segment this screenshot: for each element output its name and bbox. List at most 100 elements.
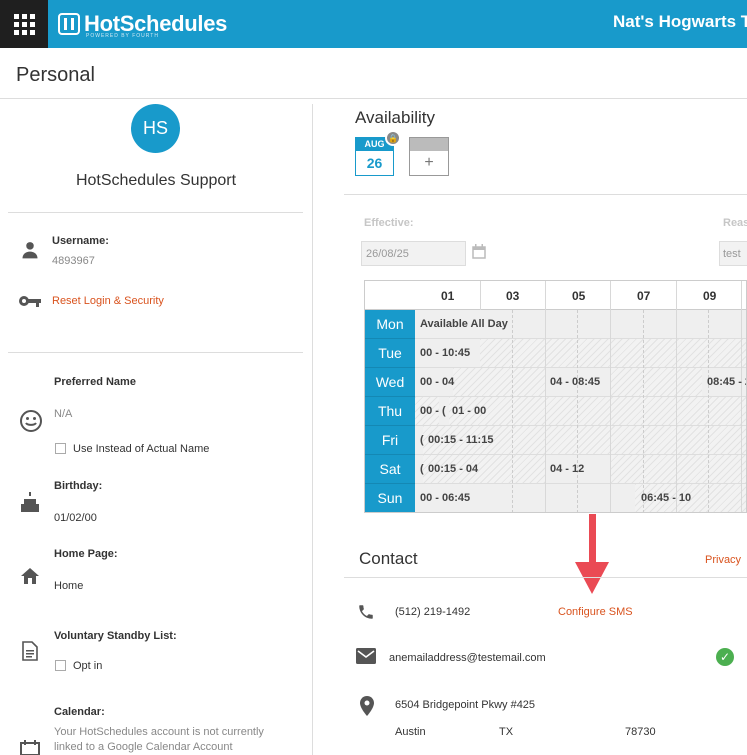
address-line: 6504 Bridgepoint Pkwy #425 [395, 699, 536, 711]
home-page-label: Home Page: [54, 548, 118, 560]
unavailable-block [453, 368, 545, 396]
email-address: anemailaddress@testemail.com [389, 652, 546, 664]
username-value: 4893967 [52, 255, 95, 267]
profile-name: HotSchedules Support [75, 172, 237, 189]
organization-name[interactable]: Nat's Hogwarts Te [613, 12, 747, 32]
segment-label: Available All Day [420, 318, 508, 330]
segment-label: 01 - 00 [452, 405, 487, 417]
grid-line [643, 310, 644, 512]
hotschedules-logo[interactable]: HotSchedules POWERED BY FOURTH [58, 7, 227, 41]
cake-icon [21, 492, 39, 512]
divider [344, 577, 747, 578]
username-label: Username: [52, 235, 109, 247]
logo-mark-icon [58, 13, 80, 35]
divider [0, 98, 747, 99]
segment-label: 04 - 12 [550, 463, 585, 475]
address-zip: 78730 [625, 726, 656, 738]
day-label-thu: Thu [365, 397, 415, 426]
day-label-tue: Tue [365, 339, 415, 368]
birthday-value: 01/02/00 [54, 512, 97, 524]
hour-label: 07 [637, 289, 651, 303]
reason-field[interactable]: test [719, 241, 747, 266]
document-icon [22, 641, 38, 661]
app-launcher-button[interactable] [0, 0, 48, 48]
segment-label: 00 - ( [420, 405, 446, 417]
unavailable-block [449, 397, 746, 425]
date-card-day: 26 [366, 155, 383, 171]
divider [344, 194, 747, 195]
use-instead-label: Use Instead of Actual Name [73, 443, 210, 455]
grid-line [545, 281, 546, 512]
day-label-mon: Mon [365, 310, 415, 339]
effective-label: Effective: [364, 217, 414, 229]
privacy-link[interactable]: Privacy [705, 554, 741, 566]
hour-label: 03 [506, 289, 520, 303]
calendar-text-1: Your HotSchedules account is not current… [54, 726, 264, 738]
day-label-sun: Sun [365, 484, 415, 512]
availability-title: Availability [355, 108, 436, 127]
hours-header: 01 03 05 07 09 [365, 281, 746, 310]
grid-line [577, 310, 578, 512]
top-bar: HotSchedules POWERED BY FOURTH Nat's Hog… [0, 0, 747, 48]
opt-in-checkbox[interactable] [55, 660, 66, 671]
segment-label: 04 - 08:45 [550, 376, 601, 388]
preferred-name-label: Preferred Name [54, 376, 136, 388]
home-icon [21, 568, 39, 584]
birthday-label: Birthday: [54, 480, 103, 492]
hour-label: 05 [572, 289, 586, 303]
reset-login-link[interactable]: Reset Login & Security [52, 295, 164, 307]
segment-label: 00:15 - 04 [428, 463, 479, 475]
phone-number: (512) 219-1492 [395, 606, 471, 618]
avatar: HS [131, 104, 180, 153]
calendar-text-2: linked to a Google Calendar Account [54, 741, 233, 753]
grid-line [708, 310, 709, 512]
location-pin-icon [360, 696, 374, 716]
grid-line [610, 281, 611, 512]
person-icon [22, 242, 38, 259]
availability-grid: 01 03 05 07 09 Mon Tue Wed Thu Fri Sat S… [364, 280, 747, 513]
unavailable-block [610, 368, 702, 396]
hour-label: 09 [703, 289, 717, 303]
segment-label: 00 - 10:45 [420, 347, 471, 359]
address-state: TX [499, 726, 514, 738]
segment-label: 00:15 - 11:15 [428, 434, 494, 446]
segment-label: ( [420, 434, 424, 446]
calendar-label: Calendar: [54, 706, 105, 718]
grid-line [741, 281, 742, 512]
add-availability-button[interactable]: + [409, 137, 449, 176]
grid-line [676, 281, 677, 512]
day-label-sat: Sat [365, 455, 415, 484]
grid-line [480, 281, 481, 310]
page-title: Personal [16, 64, 95, 86]
lock-icon: 🔒 [385, 130, 401, 146]
mail-icon [356, 648, 376, 664]
configure-sms-link[interactable]: Configure SMS [558, 606, 633, 618]
address-city: Austin [395, 726, 426, 738]
use-instead-checkbox[interactable] [55, 443, 66, 454]
column-divider [312, 104, 313, 755]
contact-title: Contact [359, 549, 418, 568]
annotation-arrow-head [575, 562, 609, 594]
verified-check-icon: ✓ [716, 648, 734, 666]
unavailable-block [480, 339, 746, 367]
unavailable-block [610, 455, 746, 483]
calendar-picker-icon[interactable] [472, 244, 486, 259]
segment-label: 06:45 - 10 [641, 492, 692, 504]
smiley-icon [20, 410, 42, 432]
logo-subtext: POWERED BY FOURTH [86, 33, 159, 39]
divider [8, 352, 303, 353]
calendar-icon [20, 740, 40, 755]
day-label-wed: Wed [365, 368, 415, 397]
segment-label: 08:45 - 2 [707, 376, 747, 388]
effective-date-field[interactable]: 26/08/25 [361, 241, 466, 266]
segment-label: 00 - 04 [420, 376, 455, 388]
hour-label: 01 [441, 289, 455, 303]
divider [8, 212, 303, 213]
home-page-value: Home [54, 580, 84, 592]
grid-line [512, 310, 513, 512]
day-label-fri: Fri [365, 426, 415, 455]
phone-icon [359, 605, 373, 619]
standby-label: Voluntary Standby List: [54, 630, 177, 642]
segment-label: ( [420, 463, 424, 475]
grid-icon [13, 13, 35, 35]
